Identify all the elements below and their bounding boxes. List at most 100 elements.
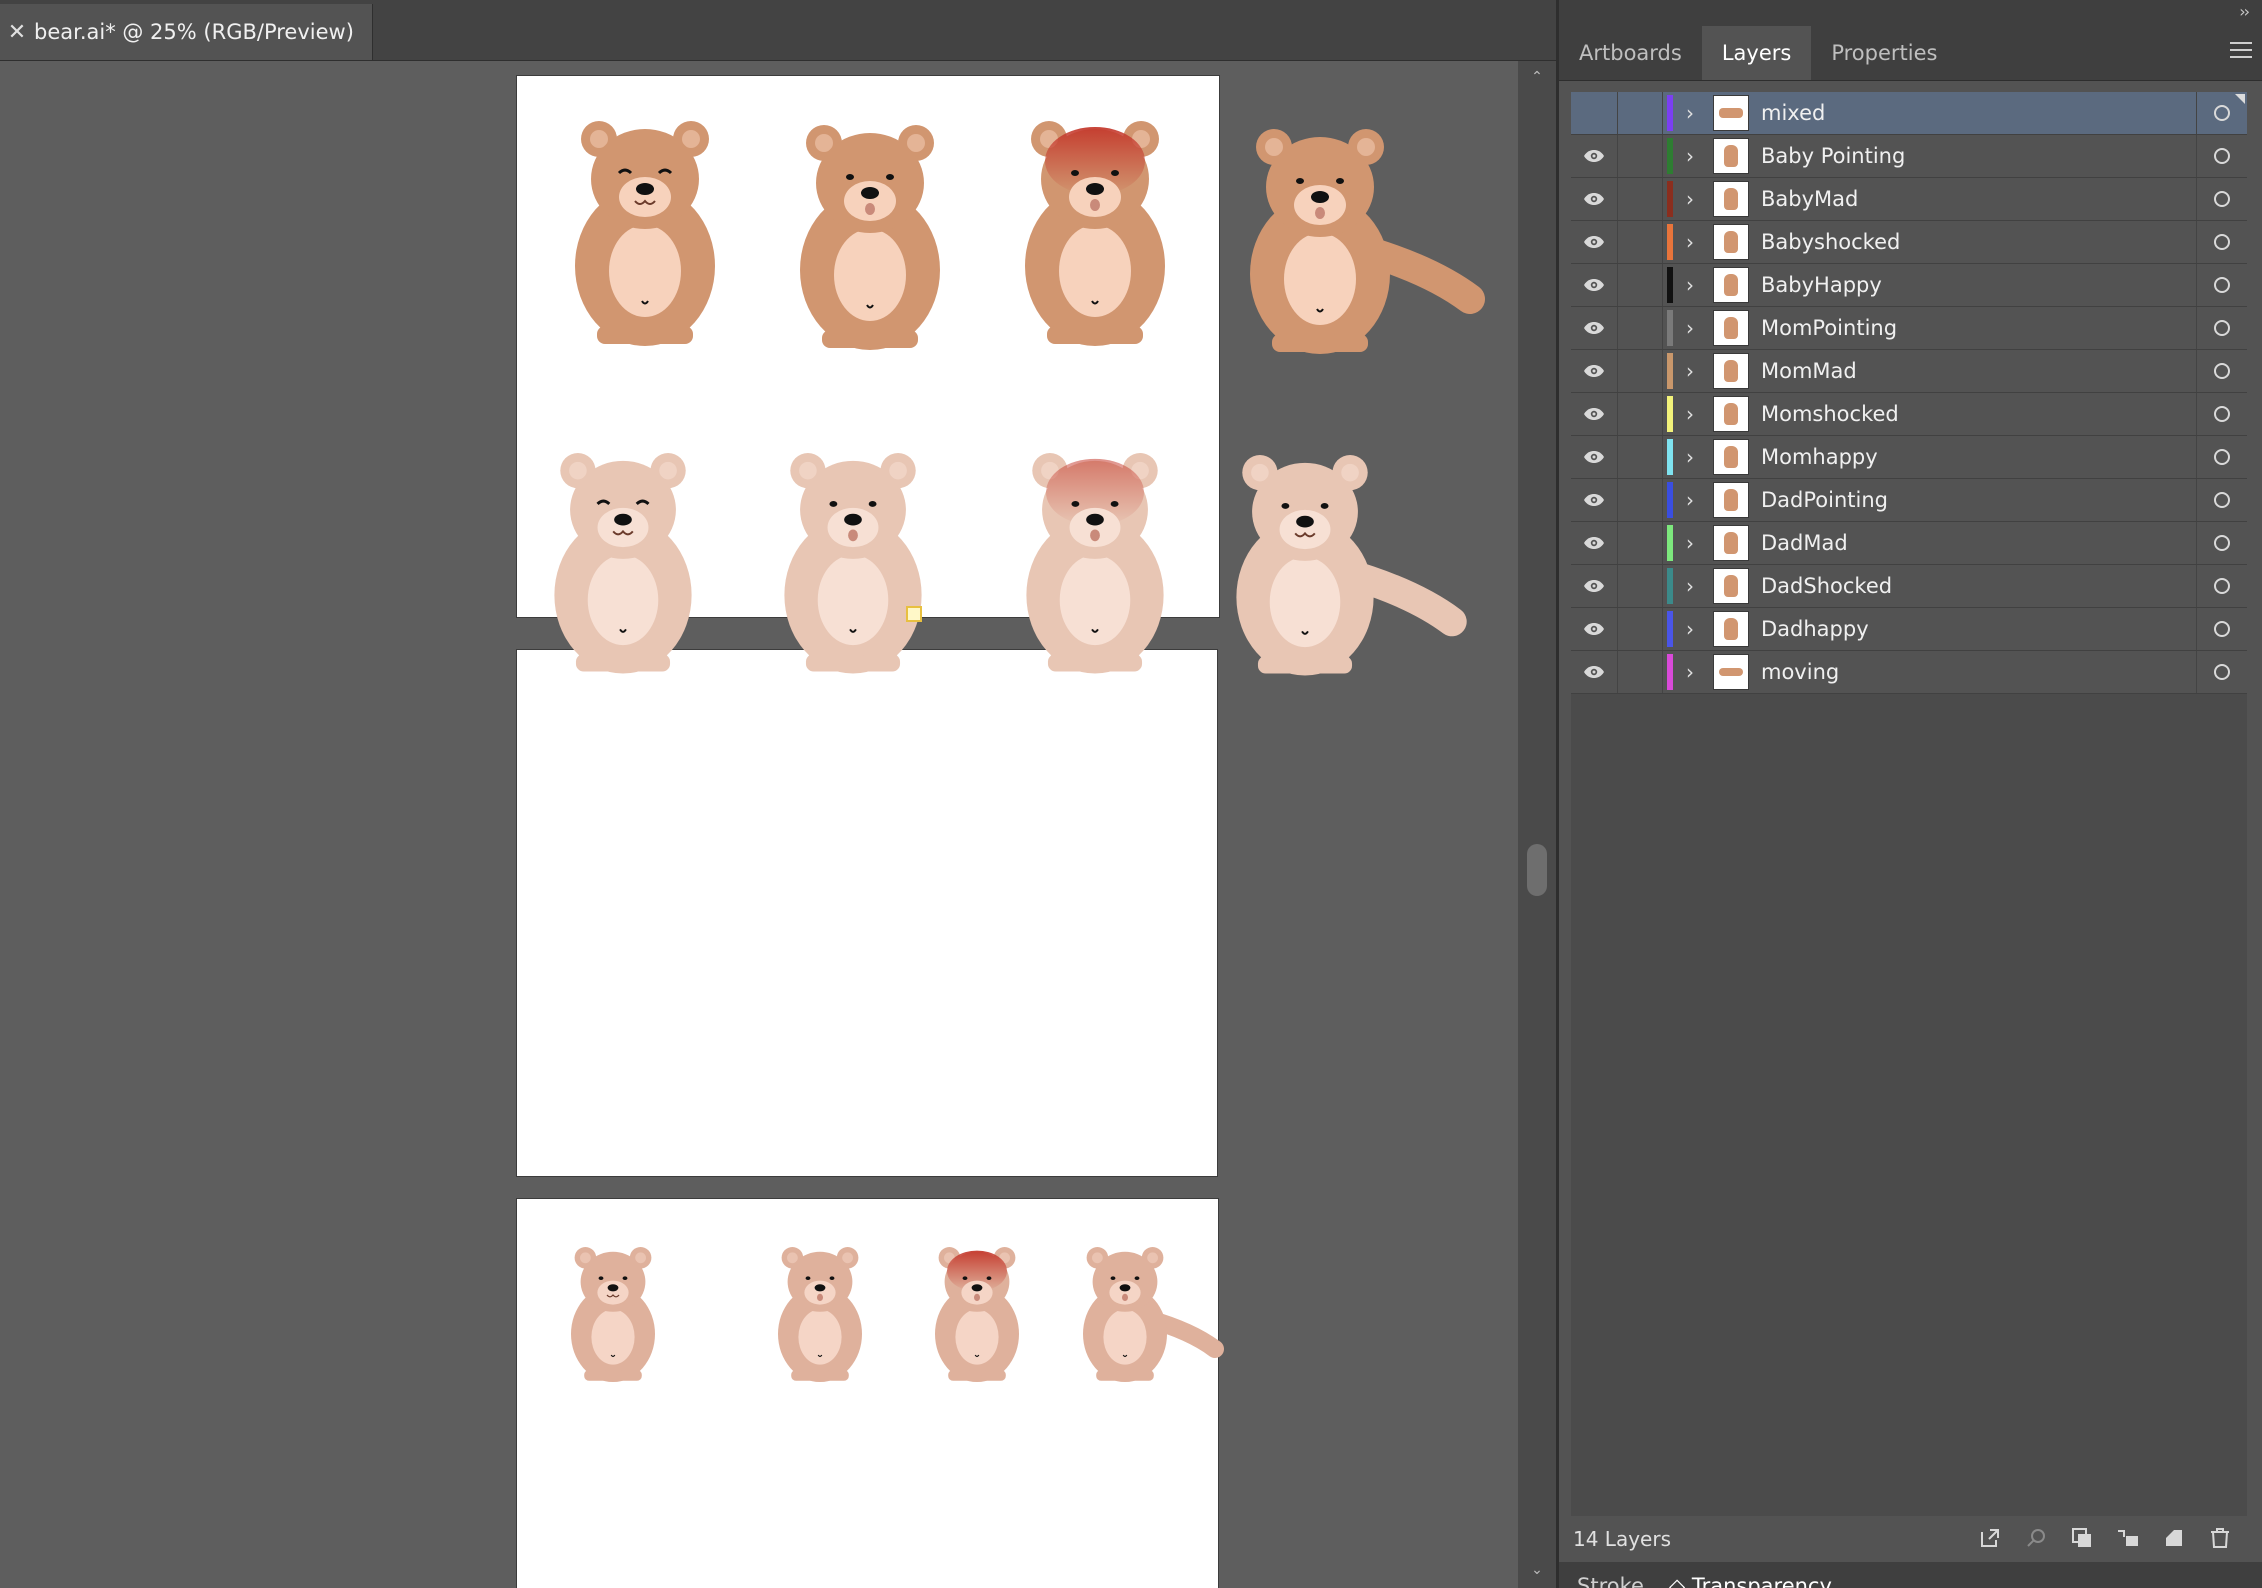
layer-name[interactable]: MomPointing [1761,316,2196,340]
export-icon[interactable] [1976,1524,2004,1552]
bear-figure[interactable] [1083,1247,1225,1382]
visibility-eye-icon[interactable] [1571,135,1618,177]
layer-name[interactable]: DadShocked [1761,574,2196,598]
layers-list[interactable]: › mixed › Baby Pointing › BabyMad › Babyshocked… [1571,92,2247,1516]
layer-name[interactable]: DadPointing [1761,488,2196,512]
target-circle-icon[interactable] [2197,363,2247,379]
lock-toggle[interactable] [1618,92,1663,134]
selection-handle[interactable] [906,606,922,622]
target-circle-icon[interactable] [2197,105,2247,121]
layer-name[interactable]: Momshocked [1761,402,2196,426]
lock-toggle[interactable] [1618,178,1663,220]
visibility-eye-icon[interactable] [1571,393,1618,435]
bear-figure[interactable] [1250,129,1485,354]
collapse-panels-icon[interactable]: ›› [2239,2,2250,21]
expand-chevron-icon[interactable]: › [1673,273,1707,297]
expand-chevron-icon[interactable]: › [1673,101,1707,125]
tab-properties[interactable]: Properties [1811,26,1957,80]
canvas-vertical-scrollbar[interactable]: ⌃ ⌄ [1518,61,1556,1588]
layer-row[interactable]: › Dadhappy [1571,608,2247,651]
layer-name[interactable]: Baby Pointing [1761,144,2196,168]
target-circle-icon[interactable] [2197,406,2247,422]
expand-chevron-icon[interactable]: › [1673,488,1707,512]
lock-toggle[interactable] [1618,608,1663,650]
expand-chevron-icon[interactable]: › [1673,230,1707,254]
visibility-eye-icon[interactable] [1571,92,1618,134]
lock-toggle[interactable] [1618,479,1663,521]
expand-chevron-icon[interactable]: › [1673,660,1707,684]
bear-figure[interactable] [1025,121,1165,346]
bear-figure[interactable] [575,121,715,346]
layer-name[interactable]: Momhappy [1761,445,2196,469]
layer-row[interactable]: › BabyHappy [1571,264,2247,307]
layer-row[interactable]: › moving [1571,651,2247,694]
expand-chevron-icon[interactable]: › [1673,316,1707,340]
lock-toggle[interactable] [1618,350,1663,392]
close-tab-icon[interactable]: ✕ [0,20,34,45]
layer-name[interactable]: BabyMad [1761,187,2196,211]
visibility-eye-icon[interactable] [1571,522,1618,564]
expand-chevron-icon[interactable]: › [1673,144,1707,168]
tab-stroke[interactable]: Stroke [1577,1574,1644,1588]
lock-toggle[interactable] [1618,436,1663,478]
lock-toggle[interactable] [1618,393,1663,435]
layer-row[interactable]: › DadMad [1571,522,2247,565]
lock-toggle[interactable] [1618,307,1663,349]
layer-name[interactable]: DadMad [1761,531,2196,555]
bear-figure[interactable] [571,1247,655,1382]
visibility-eye-icon[interactable] [1571,307,1618,349]
target-circle-icon[interactable] [2197,234,2247,250]
visibility-eye-icon[interactable] [1571,608,1618,650]
bear-figure[interactable] [800,125,940,350]
delete-layer-icon[interactable] [2206,1524,2234,1552]
layer-name[interactable]: mixed [1761,101,2196,125]
bear-figure[interactable] [784,453,922,674]
panel-menu-icon[interactable] [2230,42,2252,63]
clipping-mask-icon[interactable] [2068,1524,2096,1552]
lock-toggle[interactable] [1618,651,1663,693]
new-layer-icon[interactable] [2160,1524,2188,1552]
layer-row[interactable]: › DadShocked [1571,565,2247,608]
layer-row[interactable]: › MomMad [1571,350,2247,393]
lock-toggle[interactable] [1618,264,1663,306]
expand-chevron-icon[interactable]: › [1673,402,1707,426]
layer-name[interactable]: moving [1761,660,2196,684]
visibility-eye-icon[interactable] [1571,178,1618,220]
layer-row[interactable]: › DadPointing [1571,479,2247,522]
expand-chevron-icon[interactable]: › [1673,359,1707,383]
target-circle-icon[interactable] [2197,578,2247,594]
layer-row[interactable]: › Momshocked [1571,393,2247,436]
layer-row[interactable]: › mixed [1571,92,2247,135]
visibility-eye-icon[interactable] [1571,479,1618,521]
expand-chevron-icon[interactable]: › [1673,531,1707,555]
bear-figure[interactable] [1026,453,1164,674]
target-circle-icon[interactable] [2197,535,2247,551]
bear-figure[interactable] [554,453,692,674]
document-tab[interactable]: ✕ bear.ai* @ 25% (RGB/Preview) [0,4,373,60]
target-circle-icon[interactable] [2197,148,2247,164]
locate-object-icon[interactable] [2022,1524,2050,1552]
tab-artboards[interactable]: Artboards [1559,26,1702,80]
bear-figure[interactable] [935,1247,1019,1382]
expand-chevron-icon[interactable]: › [1673,574,1707,598]
visibility-eye-icon[interactable] [1571,436,1618,478]
target-circle-icon[interactable] [2197,621,2247,637]
layer-row[interactable]: › Momhappy [1571,436,2247,479]
target-circle-icon[interactable] [2197,191,2247,207]
layer-name[interactable]: Babyshocked [1761,230,2196,254]
lock-toggle[interactable] [1618,135,1663,177]
lock-toggle[interactable] [1618,522,1663,564]
bear-figure[interactable] [1236,455,1467,676]
scroll-thumb[interactable] [1527,844,1547,896]
canvas[interactable] [0,61,1518,1588]
target-circle-icon[interactable] [2197,449,2247,465]
lock-toggle[interactable] [1618,221,1663,263]
visibility-eye-icon[interactable] [1571,565,1618,607]
target-circle-icon[interactable] [2197,320,2247,336]
tab-transparency[interactable]: ◇ Transparency [1669,1574,1832,1588]
layer-row[interactable]: › Babyshocked [1571,221,2247,264]
lock-toggle[interactable] [1618,565,1663,607]
expand-chevron-icon[interactable]: › [1673,187,1707,211]
layer-name[interactable]: Dadhappy [1761,617,2196,641]
visibility-eye-icon[interactable] [1571,221,1618,263]
